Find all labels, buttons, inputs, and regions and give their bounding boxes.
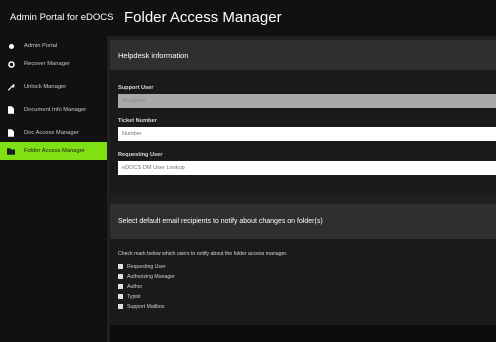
checkbox-label: Support Mailbox bbox=[127, 303, 165, 310]
checkbox-authorizing-manager[interactable]: Authorizing Manager bbox=[118, 272, 175, 281]
checkbox-label: Authorizing Manager bbox=[127, 273, 175, 280]
sidebar-item-unlock-manager[interactable]: Unlock Manager bbox=[0, 78, 107, 96]
support-user-label: Support User bbox=[118, 85, 154, 91]
footer-band bbox=[110, 325, 496, 342]
requesting-user-lookup-field[interactable] bbox=[118, 161, 496, 175]
sidebar-item-label: Unlock Manager bbox=[24, 84, 67, 90]
home-icon bbox=[7, 42, 15, 50]
top-bar: Admin Portal for eDOCS Folder Access Man… bbox=[0, 0, 496, 36]
helpdesk-section-title: Helpdesk information bbox=[118, 50, 189, 60]
support-user-field bbox=[118, 94, 496, 108]
checkbox-author[interactable]: Author bbox=[118, 282, 142, 291]
sidebar-item-label: Document Info Manager bbox=[24, 107, 87, 113]
checkbox-icon[interactable] bbox=[118, 284, 123, 289]
requesting-user-label: Requesting User bbox=[118, 152, 163, 158]
notify-section-title: Select default email recipients to notif… bbox=[118, 218, 323, 225]
sidebar-item-label: Folder Access Manager bbox=[24, 148, 85, 154]
checkbox-typist[interactable]: Typist bbox=[118, 292, 141, 301]
notify-instructions: Check mark below which users to notify a… bbox=[118, 251, 288, 257]
sidebar-item-folder-access-manager[interactable]: Folder Access Manager bbox=[0, 142, 107, 160]
app-brand[interactable]: Admin Portal for eDOCS bbox=[10, 0, 113, 36]
notify-section-header: Select default email recipients to notif… bbox=[110, 204, 496, 239]
checkbox-support-mailbox[interactable]: Support Mailbox bbox=[118, 302, 165, 311]
checkbox-icon[interactable] bbox=[118, 294, 123, 299]
checkbox-icon[interactable] bbox=[118, 304, 123, 309]
folder-icon bbox=[7, 147, 15, 155]
checkbox-icon[interactable] bbox=[118, 264, 123, 269]
key-icon bbox=[7, 83, 15, 91]
ticket-number-label: Ticket Number bbox=[118, 118, 157, 124]
sidebar: Admin Portal Recover Manager Unlock Mana… bbox=[0, 36, 107, 342]
sidebar-item-label: Doc Access Manager bbox=[24, 130, 79, 136]
page-title: Folder Access Manager bbox=[124, 9, 282, 26]
helpdesk-section-header: Helpdesk information bbox=[110, 40, 496, 70]
checkbox-requesting-user[interactable]: Requesting User bbox=[118, 262, 166, 271]
sidebar-item-admin-portal[interactable]: Admin Portal bbox=[0, 37, 107, 55]
sidebar-item-document-info-manager[interactable]: Document Info Manager bbox=[0, 101, 107, 119]
sidebar-item-doc-access-manager[interactable]: Doc Access Manager bbox=[0, 124, 107, 142]
document-icon bbox=[7, 129, 15, 137]
checkbox-label: Requesting User bbox=[127, 263, 166, 270]
ticket-number-field[interactable] bbox=[118, 127, 496, 141]
gear-icon bbox=[7, 60, 15, 68]
sidebar-item-label: Recover Manager bbox=[24, 61, 71, 67]
checkbox-label: Typist bbox=[127, 293, 141, 300]
checkbox-icon[interactable] bbox=[118, 274, 123, 279]
sidebar-item-recover-manager[interactable]: Recover Manager bbox=[0, 55, 107, 73]
document-icon bbox=[7, 106, 15, 114]
checkbox-label: Author bbox=[127, 283, 143, 290]
sidebar-item-label: Admin Portal bbox=[24, 43, 58, 49]
